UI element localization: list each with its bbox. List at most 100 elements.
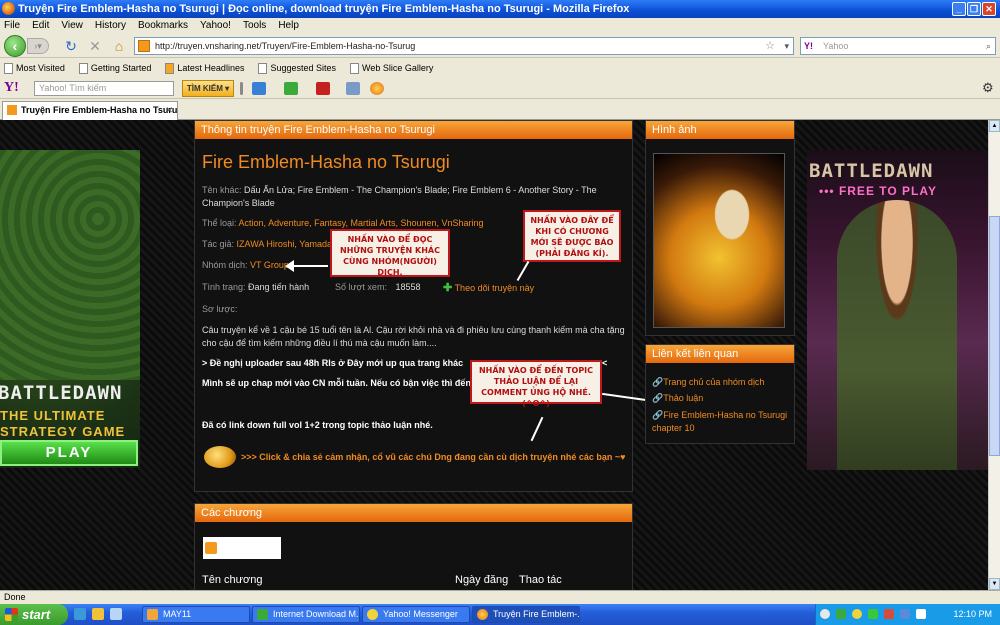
scroll-up-icon[interactable]: ▲ bbox=[989, 120, 1000, 132]
taskbar-item-label: Internet Download M... bbox=[273, 609, 360, 619]
quicklaunch-folder-icon[interactable] bbox=[92, 608, 104, 620]
menu-yahoo[interactable]: Yahoo! bbox=[200, 18, 231, 33]
menu-view[interactable]: View bbox=[61, 18, 83, 33]
notice-line-2: Mình sẽ up chap mới vào CN mỗi tuần. Nếu… bbox=[202, 378, 471, 388]
firefox-icon bbox=[2, 2, 15, 15]
rss-feed-badge[interactable] bbox=[203, 537, 281, 559]
genre-links[interactable]: Action, Adventure, Fantasy, Martial Arts… bbox=[239, 218, 484, 228]
manga-title: Fire Emblem-Hasha no Tsurugi bbox=[202, 152, 450, 172]
settings-gear-icon[interactable]: ⚙ bbox=[982, 80, 994, 96]
follow-link[interactable]: ✚ Theo dõi truyện này bbox=[443, 281, 534, 294]
summary-label: Sơ lược: bbox=[202, 304, 238, 314]
url-dropdown-icon[interactable]: ▾ bbox=[784, 38, 789, 54]
translator-label: Nhóm dịch: bbox=[202, 260, 248, 270]
vertical-scrollbar[interactable]: ▲ ▼ bbox=[988, 120, 1000, 590]
menu-tools[interactable]: Tools bbox=[243, 18, 266, 33]
link-latest-chapter[interactable]: 🔗Fire Emblem-Hasha no Tsurugi chapter 10 bbox=[652, 409, 792, 435]
manga-cover-image[interactable] bbox=[653, 153, 785, 328]
translator-link[interactable]: VT Group bbox=[250, 260, 289, 270]
stop-icon[interactable]: ✕ bbox=[86, 37, 104, 55]
manga-info-panel: Thông tin truyện Fire Emblem-Hasha no Ts… bbox=[194, 120, 633, 492]
link-discussion[interactable]: 🔗Thảo luận bbox=[652, 393, 703, 404]
address-bar[interactable]: http://truyen.vnsharing.net/Truyen/Fire-… bbox=[134, 37, 794, 55]
status-bar: Done bbox=[0, 590, 1000, 604]
app-icon bbox=[147, 609, 158, 620]
reload-icon[interactable]: ↻ bbox=[62, 37, 80, 55]
yahoo-search-input[interactable]: Yahoo! Tìm kiếm bbox=[34, 81, 174, 96]
tab-close-icon[interactable]: ✕ bbox=[165, 102, 173, 119]
status-text: Done bbox=[4, 592, 26, 602]
scroll-thumb[interactable] bbox=[989, 216, 1000, 456]
mail-icon[interactable] bbox=[252, 82, 266, 95]
taskbar-item-idm[interactable]: Internet Download M... bbox=[252, 606, 360, 623]
bookmark-getting-started[interactable]: Getting Started bbox=[78, 58, 151, 78]
bookmark-latest-headlines[interactable]: Latest Headlines bbox=[165, 58, 244, 78]
arrowhead-left bbox=[285, 260, 294, 272]
app-icon bbox=[477, 609, 488, 620]
home-icon[interactable]: ⌂ bbox=[110, 37, 128, 55]
link-icon: 🔗 bbox=[652, 393, 664, 403]
rss-icon bbox=[205, 542, 217, 554]
related-links-header: Liên kết liên quan bbox=[646, 345, 794, 363]
pages-icon[interactable] bbox=[346, 82, 360, 95]
search-box[interactable]: Y! Yahoo ⌕ bbox=[800, 37, 996, 55]
taskbar-item-may11[interactable]: MAY11 bbox=[142, 606, 250, 623]
taskbar-item-label: MAY11 bbox=[163, 609, 192, 619]
taskbar-item-label: Truyện Fire Emblem-... bbox=[493, 609, 580, 619]
bookmark-web-slice-gallery[interactable]: Web Slice Gallery bbox=[350, 58, 433, 78]
quicklaunch-ie-icon[interactable] bbox=[74, 608, 86, 620]
ad-left-battledawn[interactable]: BATTLEDAWN THE ULTIMATE STRATEGY GAME PL… bbox=[0, 150, 140, 468]
taskbar-item-yahoo-messenger[interactable]: Yahoo! Messenger bbox=[362, 606, 470, 623]
page-icon bbox=[350, 62, 359, 74]
menu-history[interactable]: History bbox=[95, 18, 126, 33]
manga-info-header: Thông tin truyện Fire Emblem-Hasha no Ts… bbox=[195, 121, 632, 139]
bookmark-most-visited[interactable]: Most Visited bbox=[4, 58, 65, 78]
menu-edit[interactable]: Edit bbox=[32, 18, 49, 33]
tray-icon[interactable] bbox=[900, 609, 910, 619]
bookmark-star-icon[interactable]: ☆ bbox=[765, 38, 775, 54]
minimize-button[interactable]: _ bbox=[952, 2, 966, 16]
yahoo-logo[interactable]: Y! bbox=[4, 80, 19, 96]
games-icon[interactable] bbox=[316, 82, 330, 95]
bookmark-label: Web Slice Gallery bbox=[362, 63, 434, 73]
yahoo-search-icon: Y! bbox=[804, 41, 813, 51]
menu-file[interactable]: File bbox=[4, 18, 20, 33]
taskbar-item-label: Yahoo! Messenger bbox=[383, 609, 458, 619]
tray-icon[interactable] bbox=[868, 609, 878, 619]
notice-line-1: > Đề nghị uploader sau 48h Rls ở Đây mới… bbox=[202, 358, 464, 368]
link-discussion-label: Thảo luận bbox=[663, 393, 704, 403]
summary-text: Câu truyện kể về 1 cậu bé 15 tuổi tên là… bbox=[202, 325, 625, 348]
link-group-home[interactable]: 🔗Trang chủ của nhóm dịch bbox=[652, 377, 764, 388]
forward-button[interactable]: ›▾ bbox=[27, 38, 49, 54]
scroll-down-icon[interactable]: ▼ bbox=[989, 578, 1000, 590]
close-window-button[interactable]: ✕ bbox=[982, 2, 996, 16]
clock: 12:10 PM bbox=[953, 609, 992, 619]
share-link[interactable]: >>> Click & chia sẻ cảm nhận, cổ vũ các … bbox=[241, 452, 625, 462]
start-label: start bbox=[22, 607, 51, 622]
taskbar-item-firefox[interactable]: Truyện Fire Emblem-... bbox=[472, 606, 580, 623]
follow-label: Theo dõi truyện này bbox=[454, 283, 535, 293]
ad-play-button[interactable]: PLAY bbox=[0, 440, 138, 466]
widgets-icon[interactable] bbox=[284, 82, 298, 95]
ad-left-logo: BATTLEDAWN bbox=[0, 382, 123, 404]
bookmark-suggested-sites[interactable]: Suggested Sites bbox=[258, 58, 336, 78]
menu-help[interactable]: Help bbox=[278, 18, 299, 33]
tray-icon[interactable] bbox=[820, 609, 830, 619]
start-button[interactable]: start bbox=[0, 604, 68, 625]
maximize-button[interactable]: ❐ bbox=[967, 2, 981, 16]
volume-icon[interactable] bbox=[916, 609, 926, 619]
ad-right-battledawn[interactable]: BATTLEDAWN ••• FREE TO PLAY bbox=[807, 150, 988, 470]
firefox-small-icon[interactable] bbox=[370, 82, 384, 95]
tray-icon[interactable] bbox=[884, 609, 894, 619]
magnifier-icon[interactable]: ⌕ bbox=[986, 38, 991, 54]
windows-flag-icon bbox=[5, 608, 18, 621]
back-button[interactable]: ‹ bbox=[4, 35, 26, 57]
yahoo-toolbar: Y! Yahoo! Tìm kiếm TÌM KIẾM ▾ ⚙ bbox=[0, 78, 1000, 99]
tray-icon[interactable] bbox=[852, 609, 862, 619]
menu-bookmarks[interactable]: Bookmarks bbox=[138, 18, 188, 33]
yahoo-search-button[interactable]: TÌM KIẾM ▾ bbox=[182, 80, 234, 97]
note-translator: Nhấn vào để đọc những truyện khác cùng n… bbox=[330, 229, 450, 277]
tray-icon[interactable] bbox=[836, 609, 846, 619]
quicklaunch-desktop-icon[interactable] bbox=[110, 608, 122, 620]
tab-active[interactable]: Truyện Fire Emblem-Hasha no Tsuru... ✕ bbox=[2, 101, 178, 120]
